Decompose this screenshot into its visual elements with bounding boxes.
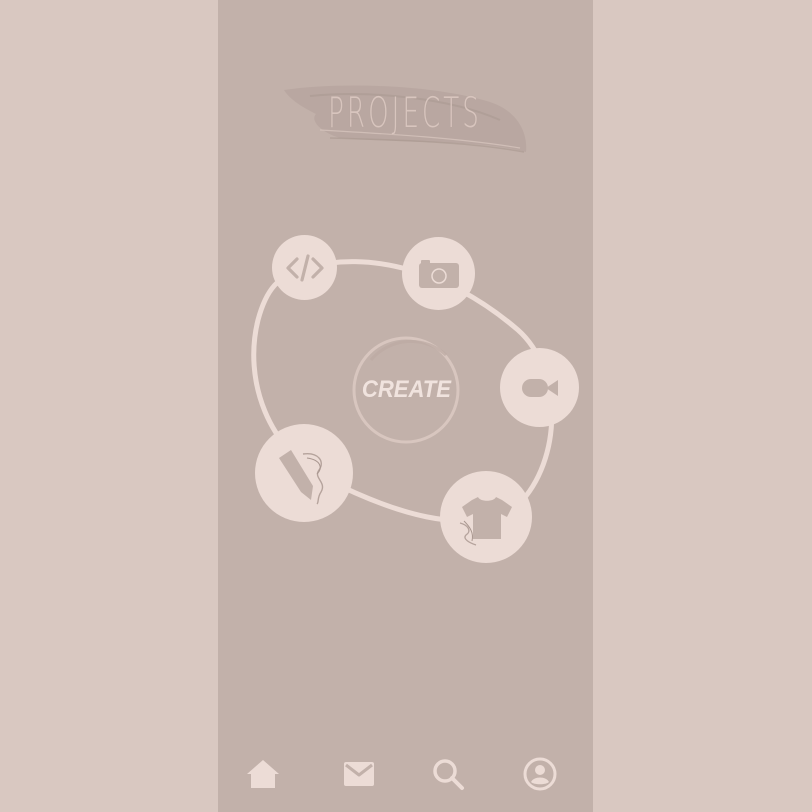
mail-icon [344, 762, 374, 786]
nav-profile-button[interactable] [520, 754, 560, 794]
search-icon [433, 759, 464, 790]
nav-messages-button[interactable] [339, 754, 379, 794]
home-icon [247, 760, 279, 788]
project-video-button[interactable] [500, 348, 579, 427]
phone-screen: PROJECTS CREATE [218, 0, 593, 812]
nav-search-button[interactable] [428, 754, 468, 794]
create-button[interactable]: CREATE [351, 335, 461, 445]
project-apparel-button[interactable] [440, 471, 532, 563]
nav-home-button[interactable] [243, 754, 283, 794]
tshirt-icon [459, 497, 512, 546]
create-label: CREATE [361, 376, 451, 403]
bottom-nav [218, 748, 593, 796]
video-camera-icon [521, 378, 558, 397]
code-icon [285, 253, 324, 282]
project-code-button[interactable] [272, 235, 337, 300]
pencil-icon [279, 450, 324, 505]
project-photo-button[interactable] [402, 237, 475, 310]
camera-icon [418, 259, 459, 288]
user-icon [523, 757, 557, 791]
project-drawing-button[interactable] [255, 424, 353, 522]
